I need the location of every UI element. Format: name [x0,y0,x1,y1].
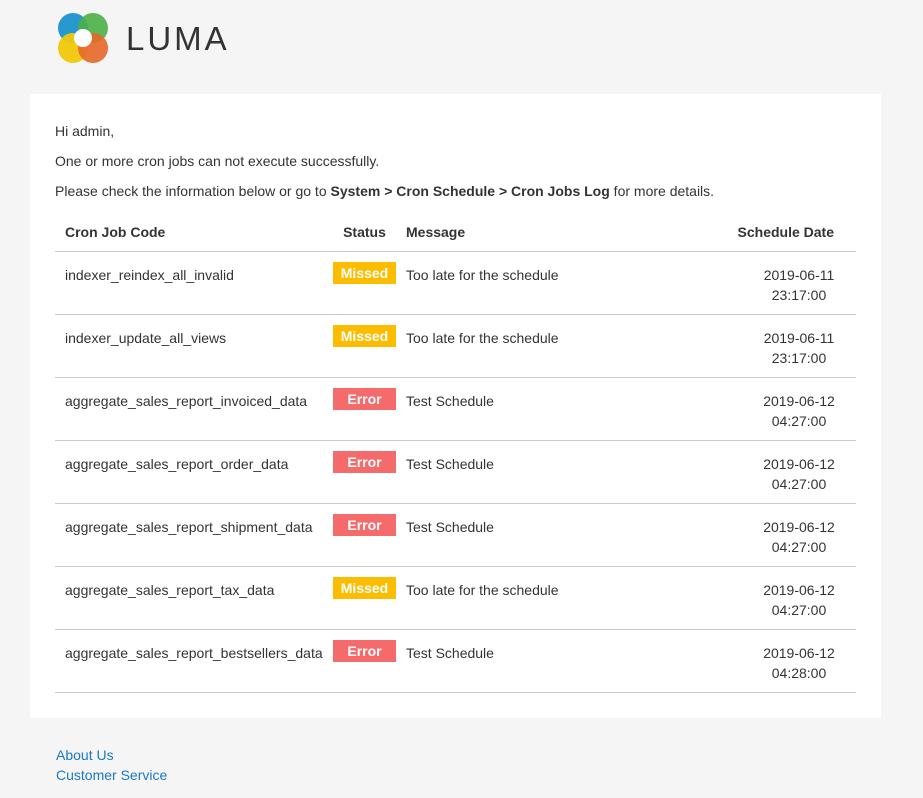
schedule-date-day: 2019-06-11 [763,329,835,346]
footer-link-about-us[interactable]: About Us [56,745,167,765]
table-row: indexer_reindex_all_invalid Missed Too lat… [55,251,856,315]
status-cell: Error [333,377,396,441]
intro-text: One or more cron jobs can not execute su… [55,153,380,169]
message: Test Schedule [396,377,716,441]
schedule-date-day: 2019-06-11 [763,266,835,283]
message: Too late for the schedule [396,251,716,315]
table-row: aggregate_sales_report_order_data Error Te… [55,440,856,504]
message: Too late for the schedule [396,566,716,630]
schedule-date-day: 2019-06-12 [763,518,835,535]
greeting: Hi admin, [55,123,115,139]
schedule-date: 2019-06-12 04:28:00 [716,629,856,693]
table-header-row: Cron Job Code Status Message Schedule Da… [55,214,856,252]
schedule-date: 2019-06-11 23:17:00 [716,314,856,378]
status-cell: Missed [333,251,396,315]
cron-job-code: aggregate_sales_report_shipment_data [55,503,333,567]
status-badge: Error [333,387,396,410]
schedule-date: 2019-06-12 04:27:00 [716,377,856,441]
status-cell: Error [333,503,396,567]
schedule-date-day: 2019-06-12 [763,581,835,598]
message: Test Schedule [396,503,716,567]
schedule-date: 2019-06-12 04:27:00 [716,566,856,630]
schedule-date-time: 23:17:00 [771,349,827,366]
cron-job-code: aggregate_sales_report_tax_data [55,566,333,630]
status-badge: Error [333,450,396,473]
message: Test Schedule [396,440,716,504]
status-badge: Missed [333,324,396,347]
luma-logo-icon [58,13,108,63]
status-badge: Error [333,639,396,662]
cron-job-code: aggregate_sales_report_order_data [55,440,333,504]
footer: About Us Customer Service [56,745,167,785]
cron-job-code: aggregate_sales_report_bestsellers_data [55,629,333,693]
schedule-date-time: 04:27:00 [771,412,827,429]
table-row: aggregate_sales_report_tax_data Missed Too… [55,566,856,630]
schedule-date-time: 23:17:00 [771,286,827,303]
schedule-date-day: 2019-06-12 [763,392,835,409]
status-badge: Missed [333,261,396,284]
schedule-date-time: 04:27:00 [771,475,827,492]
header-status: Status [333,214,396,252]
email-body: Hi admin, One or more cron jobs can not … [30,94,881,718]
instructions-text: Please check the information below or go… [55,183,715,199]
admin-path: System > Cron Schedule > Cron Jobs Log [330,183,610,199]
schedule-date-day: 2019-06-12 [763,455,835,472]
status-cell: Missed [333,314,396,378]
status-badge: Missed [333,576,396,599]
schedule-date-time: 04:27:00 [771,601,827,618]
header-schedule-date: Schedule Date [716,214,856,252]
brand-name: LUMA [126,19,230,57]
status-badge: Error [333,513,396,536]
schedule-date-time: 04:27:00 [771,538,827,555]
schedule-date: 2019-06-12 04:27:00 [716,503,856,567]
schedule-date-time: 04:28:00 [771,664,827,681]
cron-job-code: indexer_update_all_views [55,314,333,378]
cron-jobs-table: Cron Job Code Status Message Schedule Da… [55,214,856,693]
email-header: LUMA [56,11,230,65]
status-cell: Error [333,440,396,504]
table-row: aggregate_sales_report_invoiced_data Erro… [55,377,856,441]
footer-link-customer-service[interactable]: Customer Service [56,765,167,785]
cron-job-code: indexer_reindex_all_invalid [55,251,333,315]
status-cell: Missed [333,566,396,630]
schedule-date-day: 2019-06-12 [763,644,835,661]
table-row: aggregate_sales_report_bestsellers_data E… [55,629,856,693]
table-row: aggregate_sales_report_shipment_data Erro… [55,503,856,567]
table-row: indexer_update_all_views Missed Too late f… [55,314,856,378]
schedule-date: 2019-06-12 04:27:00 [716,440,856,504]
header-message: Message [396,214,716,252]
header-cron-job-code: Cron Job Code [55,214,333,252]
schedule-date: 2019-06-11 23:17:00 [716,251,856,315]
message: Test Schedule [396,629,716,693]
cron-job-code: aggregate_sales_report_invoiced_data [55,377,333,441]
message: Too late for the schedule [396,314,716,378]
status-cell: Error [333,629,396,693]
